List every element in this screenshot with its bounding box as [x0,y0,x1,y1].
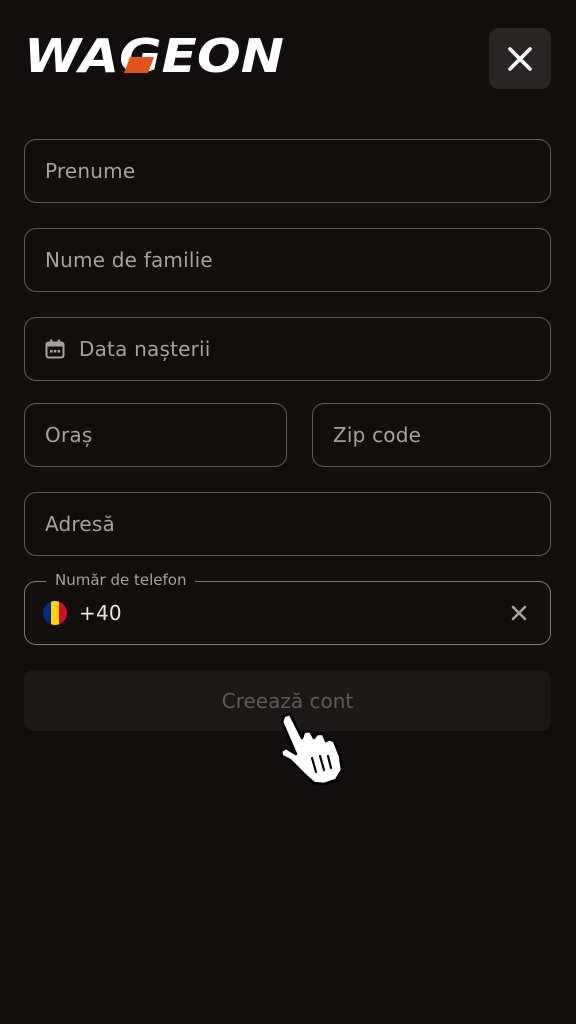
wageon-logo: WAGEON [24,34,286,78]
city-field[interactable]: Oraș [24,403,287,467]
first-name-placeholder: Prenume [45,159,136,183]
close-icon [508,46,532,71]
last-name-placeholder: Nume de familie [45,248,213,272]
romania-flag-icon[interactable] [43,601,67,625]
calendar-icon [45,339,65,359]
create-account-button[interactable]: Creează cont [24,670,551,731]
address-placeholder: Adresă [45,512,115,536]
address-field[interactable]: Adresă [24,492,551,556]
close-button[interactable] [489,28,551,89]
phone-label: Număr de telefon [46,571,196,589]
phone-field[interactable]: +40 [24,581,551,645]
birth-date-placeholder: Data nașterii [79,337,211,361]
create-account-label: Creează cont [221,688,354,713]
first-name-field[interactable]: Prenume [24,139,551,203]
signup-screen: WAGEON Prenume Nume de familie Data nașt… [0,0,576,1024]
phone-prefix: +40 [79,601,122,625]
city-placeholder: Oraș [45,423,93,447]
zip-code-field[interactable]: Zip code [312,403,551,467]
zip-code-placeholder: Zip code [333,423,422,447]
birth-date-field[interactable]: Data nașterii [24,317,551,381]
last-name-field[interactable]: Nume de familie [24,228,551,292]
clear-icon[interactable] [510,604,528,622]
logo-text: WAGEON [24,34,284,78]
